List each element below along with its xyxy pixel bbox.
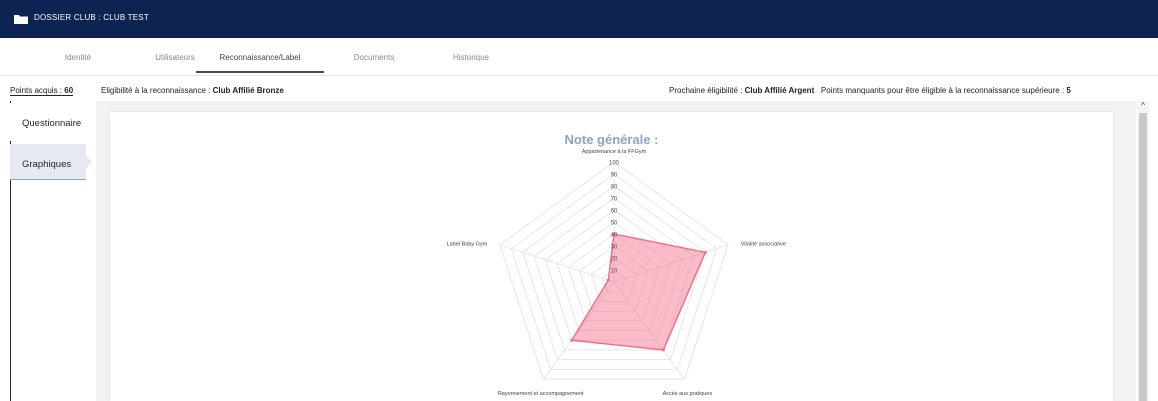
- folder-icon: [14, 15, 28, 24]
- tab-bar: Identité Utilisateurs Reconnaissance/Lab…: [0, 38, 1158, 76]
- radar-axis-label: Label Baby Gym: [447, 241, 488, 247]
- radar-data-point: [661, 348, 665, 352]
- radar-tick-label: 80: [611, 185, 618, 191]
- eligibility-label: Eligibilité à la reconnaissance :: [101, 86, 213, 95]
- radar-series-area: [570, 233, 707, 351]
- eligibility-value: Club Affilié Bronze: [212, 86, 284, 95]
- chart-card: Note générale : 10 20 30 40 50 60 70 80 90 100 App…: [110, 112, 1113, 401]
- next-label: Prochaine éligibilité :: [669, 86, 745, 95]
- radar-tick-label: 70: [611, 197, 618, 203]
- page: DOSSIER CLUB : CLUB TEST Identité Utilis…: [0, 0, 1158, 401]
- radar-tick-label: 50: [611, 221, 618, 227]
- eligibility: Eligibilité à la reconnaissance : Club A…: [101, 86, 284, 95]
- radar-tick-label: 20: [611, 257, 618, 263]
- radar-tick-label: 60: [611, 209, 618, 215]
- radar-data-point: [703, 250, 707, 254]
- sidebar-item-graphiques[interactable]: Graphiques: [10, 144, 86, 180]
- tab-documents[interactable]: Documents: [336, 53, 412, 62]
- radar-axis-label: Rayonnement et accompagnement: [498, 391, 584, 397]
- radar-tick-label: 10: [611, 269, 618, 275]
- header-bar: DOSSIER CLUB : CLUB TEST: [0, 0, 1158, 38]
- radar-axis-label: Appartenance à la FFGym: [582, 149, 647, 155]
- next-eligibility: Prochaine éligibilité : Club Affilié Arg…: [669, 86, 1071, 95]
- radar-spoke: [499, 244, 615, 283]
- sidebar-item-label: Graphiques: [22, 159, 72, 170]
- tab-reconnaissance-label[interactable]: Reconnaissance/Label: [200, 53, 320, 62]
- radar-axis-label: Vitalité associative: [741, 241, 786, 247]
- points-acquis: Points acquis : 60: [10, 86, 74, 96]
- scroll-up-icon[interactable]: ^: [1137, 101, 1149, 111]
- next-value: Club Affilié Argent: [744, 86, 815, 95]
- points-label: Points acquis :: [10, 86, 65, 95]
- radar-data-point: [606, 278, 610, 282]
- missing-points-label: Points manquants pour être éligible à la…: [820, 86, 1067, 95]
- scroll-thumb[interactable]: [1139, 113, 1147, 401]
- recognition-info-bar: Points acquis : 60 Eligibilité à la reco…: [0, 86, 1158, 100]
- active-tab-indicator: [196, 71, 324, 73]
- radar-data-point: [570, 338, 574, 342]
- dossier-title: DOSSIER CLUB : CLUB TEST: [34, 13, 149, 22]
- missing-points-value: 5: [1066, 86, 1071, 95]
- radar-tick-label: 30: [611, 245, 618, 251]
- sidebar-item-questionnaire[interactable]: Questionnaire: [10, 103, 86, 141]
- radar-tick-label: 100: [609, 161, 620, 167]
- points-value: 60: [64, 86, 74, 95]
- radar-axis-label: Accès aux pratiques: [663, 391, 713, 397]
- radar-chart: 10 20 30 40 50 60 70 80 90 100 Appartenance à la F…: [447, 149, 786, 397]
- radar-tick-label: 40: [611, 233, 618, 239]
- tab-historique[interactable]: Historique: [436, 53, 506, 62]
- radar-tick-label: 90: [611, 173, 618, 179]
- scrollbar[interactable]: ^: [1137, 101, 1149, 401]
- active-item-arrow: [86, 156, 92, 168]
- tab-identite[interactable]: Identité: [48, 53, 108, 62]
- sidebar-item-label: Questionnaire: [22, 118, 82, 129]
